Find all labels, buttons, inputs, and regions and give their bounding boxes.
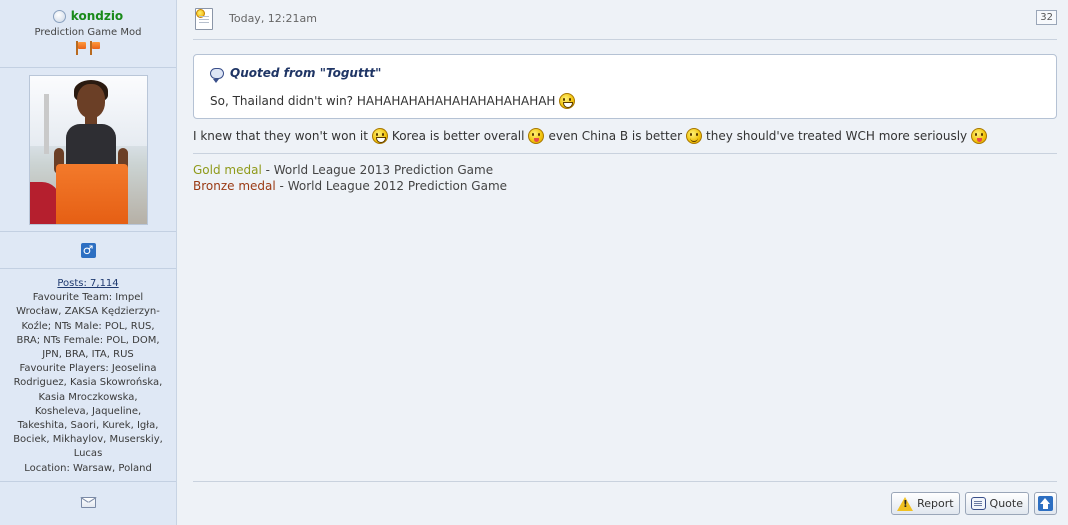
- post-number-link[interactable]: 32: [1036, 10, 1057, 25]
- avatar[interactable]: [28, 74, 148, 225]
- quote-icon: [970, 497, 986, 510]
- up-arrow-icon: [1038, 496, 1053, 511]
- report-label: Report: [917, 497, 954, 510]
- info-line: BRA; NTs Female: POL, DOM,: [16, 334, 160, 346]
- post-text: even China B is better: [548, 129, 683, 143]
- gold-medal-text: - World League 2013 Prediction Game: [261, 163, 494, 177]
- bronze-medal-text: - World League 2012 Prediction Game: [275, 179, 508, 193]
- username-row: kondzio: [0, 9, 176, 23]
- contact-section: [0, 482, 176, 522]
- post-actions: Report Quote: [891, 492, 1057, 515]
- report-button[interactable]: Report: [891, 492, 960, 515]
- info-line: Kasia Mroczkowska,: [38, 391, 138, 403]
- gold-medal-label: Gold medal: [193, 163, 262, 177]
- info-line: Takeshita, Saori, Kurek, Igła,: [17, 420, 159, 432]
- info-line: Wrocław, ZAKSA Kędzierzyn-: [16, 306, 160, 318]
- smile-smiley-icon: [686, 128, 703, 144]
- quote-author: Quoted from "Toguttt": [230, 66, 382, 80]
- post-date: Today, 12:21am: [229, 12, 317, 25]
- rank-icons: [0, 41, 176, 55]
- footer-divider: [193, 481, 1057, 482]
- user-sidebar: kondzio Prediction Game Mod ♂ Posts: 7,1…: [0, 0, 177, 525]
- email-icon[interactable]: [80, 496, 96, 508]
- user-info: Posts: 7,114 Favourite Team: Impel Wrocł…: [0, 269, 176, 482]
- speech-bubble-icon: [210, 67, 224, 83]
- info-line: Lucas: [73, 448, 103, 460]
- rank-flag-icon: [75, 41, 87, 55]
- bronze-medal-label: Bronze medal: [193, 179, 276, 193]
- info-line: JPN, BRA, ITA, RUS: [42, 349, 134, 361]
- user-header: kondzio Prediction Game Mod: [0, 0, 176, 68]
- avatar-section: [0, 68, 176, 232]
- new-post-icon: [195, 8, 213, 30]
- signature-divider: [193, 153, 1057, 154]
- post-main: Today, 12:21am 32 Quoted from "Toguttt" …: [178, 0, 1068, 525]
- tongue-smiley-icon: [971, 128, 988, 144]
- info-line: Kosheleva, Jaqueline,: [34, 405, 142, 417]
- quote-label: Quote: [989, 497, 1023, 510]
- post-text: they should've treated WCH more seriousl…: [706, 129, 968, 143]
- quote-button[interactable]: Quote: [964, 492, 1029, 515]
- post-text: I knew that they won't won it: [193, 129, 368, 143]
- posts-count-link[interactable]: Posts: 7,114: [57, 278, 118, 289]
- gender-section: ♂: [0, 232, 176, 269]
- user-title: Prediction Game Mod: [34, 27, 142, 38]
- male-gender-icon: ♂: [80, 242, 96, 258]
- info-line: Location: Warsaw, Poland: [24, 462, 152, 474]
- post-text: Korea is better overall: [391, 129, 525, 143]
- info-line: Favourite Team: Impel: [32, 292, 144, 304]
- signature-line-bronze: Bronze medal - World League 2012 Predict…: [193, 178, 507, 194]
- info-line: Bociek, Mikhaylov, Muserskiy,: [13, 434, 163, 446]
- quote-box: Quoted from "Toguttt" So, Thailand didn'…: [193, 54, 1057, 119]
- signature: Gold medal - World League 2013 Predictio…: [193, 162, 507, 194]
- quote-text: So, Thailand didn't win? HAHAHAHAHAHAHAH…: [210, 93, 576, 109]
- warning-icon: [897, 496, 914, 511]
- username-link[interactable]: kondzio: [71, 9, 123, 23]
- laughing-smiley-icon: [559, 93, 576, 109]
- info-line: Koźle; NTs Male: POL, RUS,: [21, 320, 155, 332]
- rank-flag-icon: [89, 41, 101, 55]
- quote-content: So, Thailand didn't win? HAHAHAHAHAHAHAH…: [210, 94, 556, 108]
- signature-line-gold: Gold medal - World League 2013 Predictio…: [193, 162, 507, 178]
- grin-smiley-icon: [371, 128, 388, 144]
- offline-status-icon: [52, 9, 66, 23]
- back-to-top-button[interactable]: [1034, 492, 1057, 515]
- tongue-smiley-icon: [528, 128, 545, 144]
- quote-title: Quoted from "Toguttt": [210, 66, 382, 83]
- info-line: Rodriguez, Kasia Skowrońska,: [13, 377, 163, 389]
- post-header: Today, 12:21am 32: [193, 6, 1057, 40]
- info-line: Favourite Players: Jeoselina: [19, 363, 157, 375]
- post-body: I knew that they won't won it Korea is b…: [193, 128, 1057, 144]
